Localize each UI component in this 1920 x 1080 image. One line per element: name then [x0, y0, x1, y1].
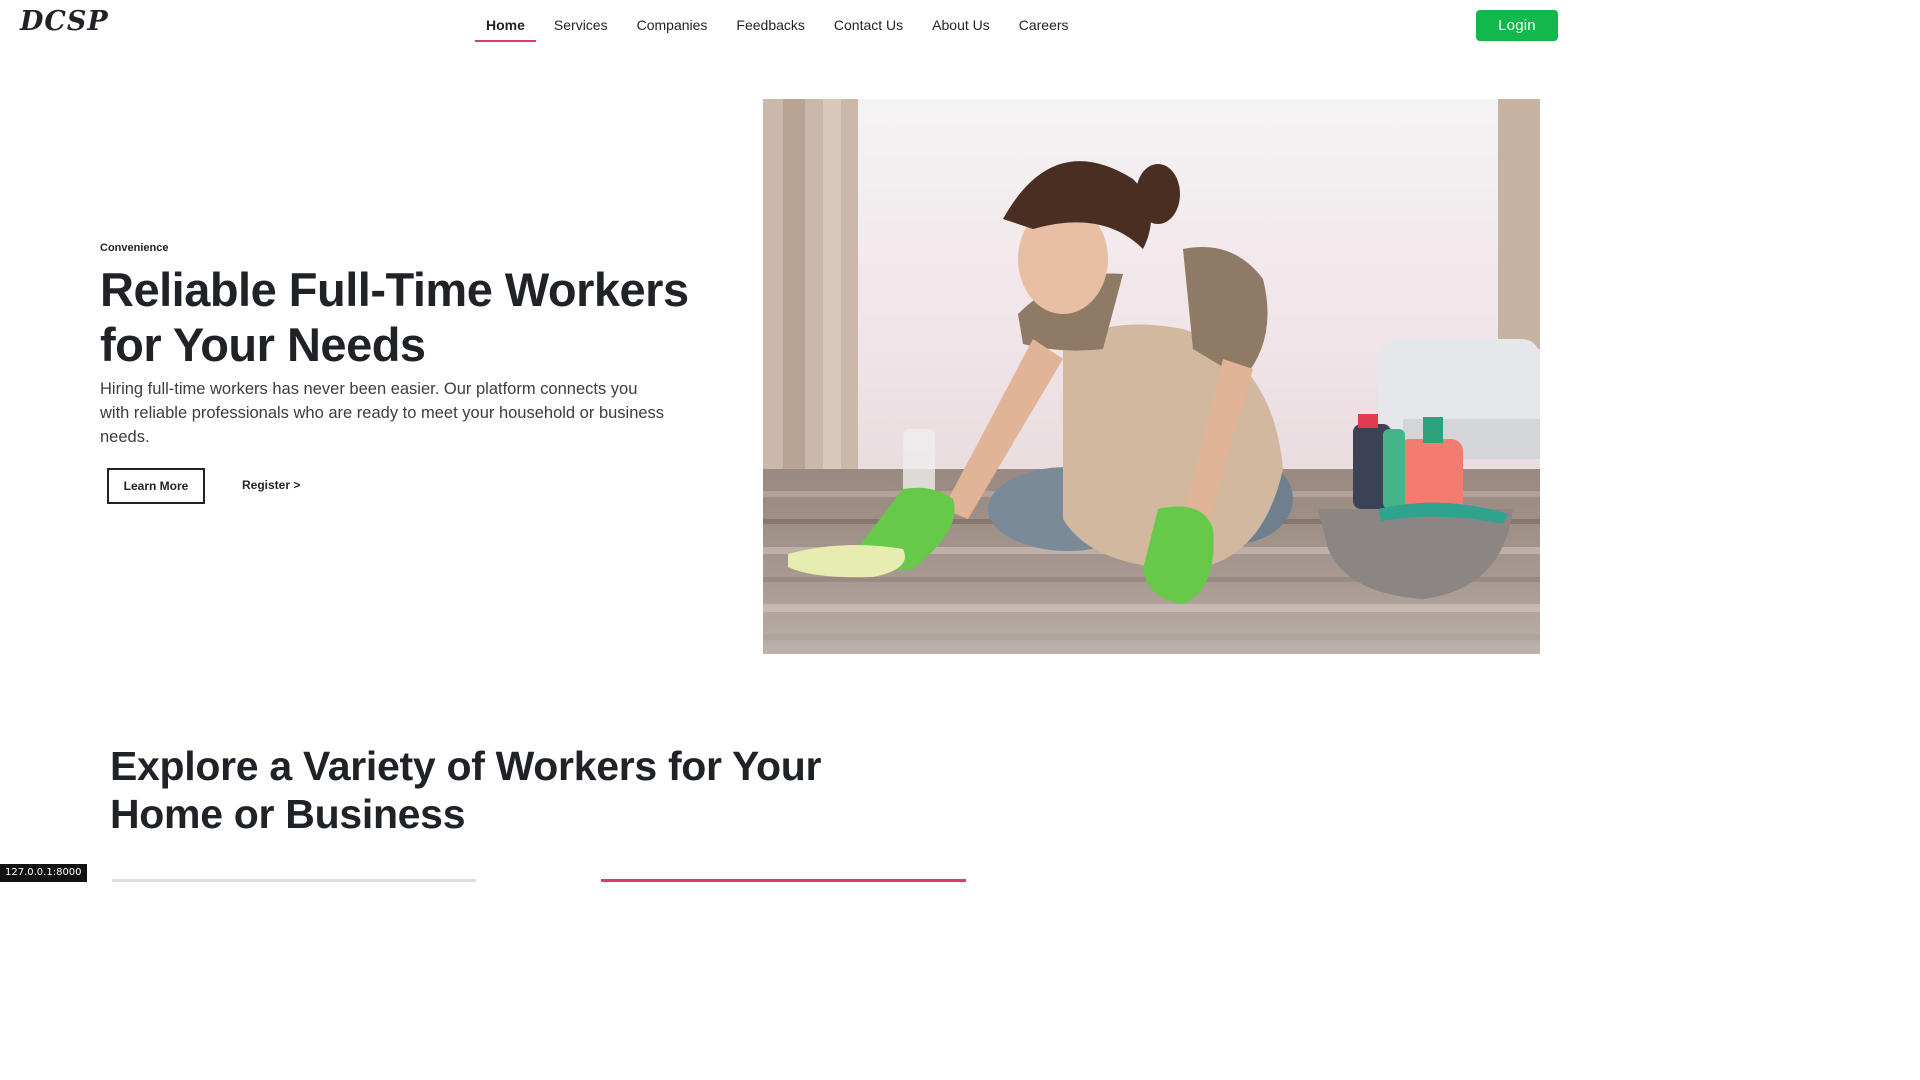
- nav-item-companies[interactable]: Companies: [626, 0, 719, 48]
- nav-item-feedbacks[interactable]: Feedbacks: [725, 0, 815, 48]
- learn-more-button[interactable]: Learn More: [107, 468, 205, 504]
- login-button[interactable]: Login: [1476, 10, 1558, 41]
- nav-item-services[interactable]: Services: [543, 0, 619, 48]
- hero-image: [763, 99, 1540, 654]
- site-logo[interactable]: DCSP: [20, 6, 109, 37]
- hero-title: Reliable Full-Time Workers for Your Need…: [100, 263, 689, 371]
- register-link[interactable]: Register >: [242, 478, 300, 492]
- nav-item-contact-us[interactable]: Contact Us: [823, 0, 914, 48]
- page: DCSP Home Services Companies Feedbacks C…: [0, 0, 1568, 882]
- nav-item-home[interactable]: Home: [475, 0, 536, 48]
- hero-eyebrow: Convenience: [100, 242, 169, 254]
- site-header: DCSP Home Services Companies Feedbacks C…: [0, 0, 1568, 52]
- main-nav: Home Services Companies Feedbacks Contac…: [475, 0, 1087, 48]
- worker-card-top-edge-accent: [601, 879, 966, 882]
- nav-item-careers[interactable]: Careers: [1008, 0, 1080, 48]
- section-title: Explore a Variety of Workers for Your Ho…: [110, 743, 822, 837]
- hero-description: Hiring full-time workers has never been …: [100, 380, 665, 446]
- nav-item-about-us[interactable]: About Us: [921, 0, 1001, 48]
- browser-status-url: 127.0.0.1:8000: [0, 864, 87, 882]
- worker-card-top-edge: [112, 879, 476, 882]
